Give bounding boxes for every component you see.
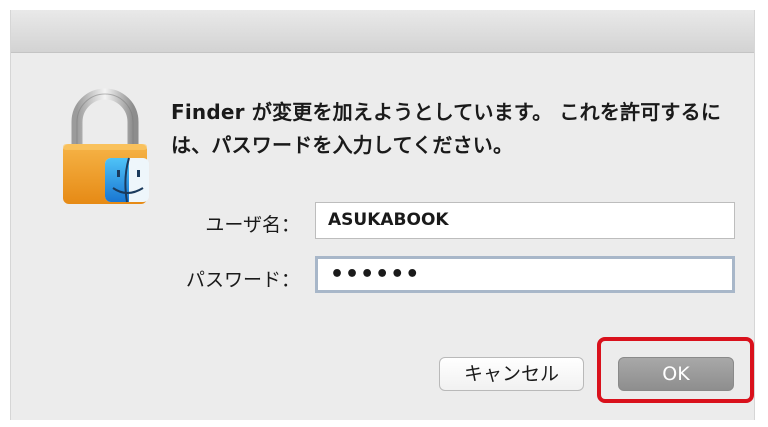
- dialog-titlebar[interactable]: [11, 10, 754, 53]
- password-label: パスワード：: [185, 269, 300, 291]
- ok-highlight-annotation: [597, 337, 754, 403]
- password-field[interactable]: ••••••: [315, 256, 735, 293]
- username-label: ユーザ名：: [205, 214, 300, 236]
- page: Finder が変更を加えようとしています。 これを許可するには、パスワードを入…: [0, 0, 768, 427]
- lock-finder-icon: [55, 88, 155, 208]
- cancel-button[interactable]: キャンセル: [439, 357, 584, 391]
- username-field[interactable]: ASUKABOOK: [315, 202, 735, 239]
- dialog-message: Finder が変更を加えようとしています。 これを許可するには、パスワードを入…: [171, 100, 722, 157]
